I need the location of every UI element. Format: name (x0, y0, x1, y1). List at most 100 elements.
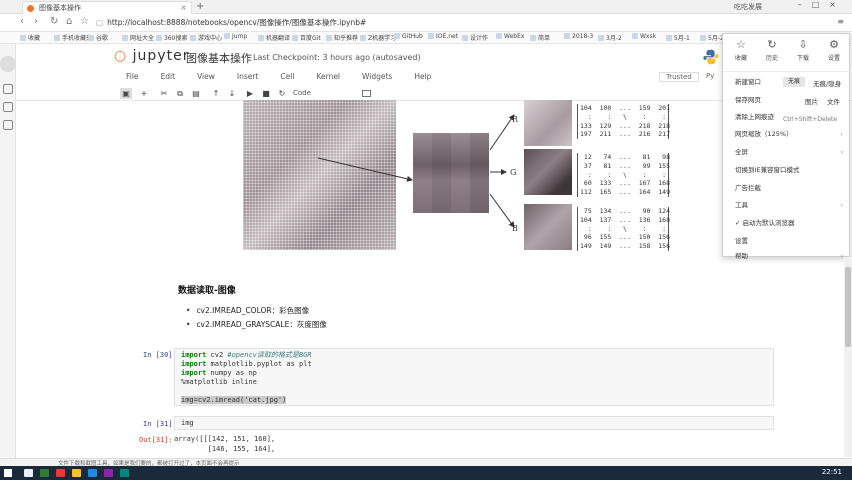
add-cell-icon[interactable]: + (138, 88, 150, 99)
bookmark-item[interactable]: 百度Git (292, 33, 321, 42)
matrix-row: : : \ : : (580, 224, 667, 233)
matrix-row: 104 137 ... 136 168 (580, 215, 671, 224)
taskbar-app-icon[interactable] (104, 469, 113, 477)
save-icon[interactable]: ▣ (120, 88, 132, 99)
url-field[interactable]: ▢ http://localhost:8888/notebooks/opencv/… (96, 17, 656, 29)
bookmark-item[interactable]: 网址大全 (122, 33, 154, 42)
jupyter-logo[interactable]: ○ jupyter (114, 48, 189, 64)
menu-item[interactable]: 设置 (723, 233, 851, 249)
page-scrollbar[interactable] (844, 257, 852, 457)
forward-icon[interactable]: › (34, 16, 38, 27)
restart-icon[interactable]: ↻ (276, 88, 288, 99)
notebook-name[interactable]: 图像基本操作 (186, 50, 252, 66)
menu-help[interactable]: Help (414, 72, 431, 81)
bookmark-item[interactable]: 机器翻译 (258, 33, 290, 42)
matrix-row: : : \ : : (580, 170, 667, 179)
matrix-row: 96 155 ... 150 156 (580, 233, 671, 242)
move-down-icon[interactable]: ↓ (226, 88, 238, 99)
copy-icon[interactable]: ⧉ (174, 88, 186, 99)
bookmark-item[interactable]: WebEx (496, 33, 524, 40)
bookmark-item[interactable]: 游戏中心 (190, 33, 222, 42)
move-up-icon[interactable]: ↑ (210, 88, 222, 99)
cut-icon[interactable]: ✂ (158, 88, 170, 99)
menu-item[interactable]: ✓ 启动为默认浏览器 (723, 215, 851, 231)
code-cell[interactable]: img (174, 416, 774, 430)
menu-item[interactable]: 清除上网痕迹 Ctrl+Shift+Delete (723, 109, 851, 125)
menu-edit[interactable]: Edit (161, 72, 176, 81)
bookmark-item[interactable]: 简单 (530, 33, 550, 42)
bookmark-item[interactable]: Z机器学习 (360, 33, 396, 42)
cell-type-select[interactable]: Code (290, 88, 360, 99)
new-tab-icon[interactable]: + (196, 1, 204, 12)
incognito-tag[interactable]: 无痕 (783, 77, 805, 87)
menu-insert[interactable]: Insert (237, 72, 259, 81)
menu-cell[interactable]: Cell (280, 72, 294, 81)
menu-item[interactable]: 工具 › (723, 197, 851, 213)
taskbar-app-icon[interactable] (88, 469, 97, 477)
menu-extra-extra_3[interactable]: 文件 (827, 96, 840, 106)
menu-item[interactable]: 切换到IE兼容窗口模式 (723, 162, 851, 178)
taskbar-app-icon[interactable] (72, 469, 81, 477)
back-icon[interactable]: ‹ (20, 16, 24, 27)
menu-top-3-button[interactable]: ⚙ 设置 (820, 38, 848, 62)
bookmark-item[interactable]: 知乎推荐 (326, 33, 358, 42)
bookmark-item[interactable]: 谷歌 (88, 33, 108, 42)
menu-widgets[interactable]: Widgets (362, 72, 392, 81)
menu-top-icons: ☆ 收藏 ↻ 历史 ⇩ 下载 ⚙ 设置 (723, 34, 851, 72)
url-text: http://localhost:8888/notebooks/opencv/图… (107, 18, 367, 27)
bookmark-item[interactable]: 手机收藏夹 (54, 33, 92, 42)
bookmark-item[interactable]: 360搜索 (156, 33, 187, 42)
menu-extra-extra_1[interactable]: 无痕/隐身 (813, 78, 841, 88)
taskbar-app-icon[interactable] (120, 469, 129, 477)
menu-item[interactable]: 网页缩放（125%） › (723, 126, 851, 142)
bookmark-item[interactable]: IOE.net (428, 33, 458, 40)
browser-menu-icon[interactable]: ≡ (837, 17, 844, 26)
menu-item[interactable]: 全屏 › (723, 144, 851, 160)
sidebar-app-icon[interactable] (3, 120, 13, 130)
keyboard-icon[interactable] (362, 90, 371, 97)
code-cell[interactable]: import cv2 #opencv读取的格式是BGR import matplo… (174, 348, 774, 406)
tab-close-icon[interactable]: × (180, 2, 187, 14)
menu-view[interactable]: View (197, 72, 215, 81)
browser-tab[interactable]: 图像基本操作 × (22, 1, 192, 14)
menu-top-0-button[interactable]: ☆ 收藏 (727, 38, 755, 62)
bookmark-item[interactable]: 3月-2 (598, 33, 622, 42)
menu-top-1-button[interactable]: ↻ 历史 (758, 38, 786, 62)
menu-item[interactable]: 帮助 › (723, 248, 851, 264)
menu-kernel[interactable]: Kernel (316, 72, 340, 81)
bookmark-item[interactable]: 5月-1 (666, 33, 690, 42)
browser-logo-icon[interactable] (0, 56, 16, 72)
bookmark-item[interactable]: Jump (224, 33, 247, 40)
menu-file[interactable]: File (126, 72, 139, 81)
run-icon[interactable]: ▶ (244, 88, 256, 99)
paste-icon[interactable]: ▤ (190, 88, 202, 99)
windows-start-icon[interactable] (4, 469, 12, 477)
refresh-icon[interactable]: ↻ (50, 16, 58, 27)
window-controls[interactable]: –□× (798, 0, 846, 9)
home-icon[interactable]: ⌂ (66, 16, 72, 27)
stop-icon[interactable]: ■ (260, 88, 272, 99)
sidebar-app-icon[interactable] (3, 84, 13, 94)
taskbar-app-icon[interactable] (40, 469, 49, 477)
menu-item[interactable]: 广告拦截 (723, 180, 851, 196)
sidebar-app-icon[interactable] (3, 102, 13, 112)
taskbar-app-icon[interactable] (56, 469, 65, 477)
star-icon[interactable]: ☆ (80, 16, 89, 27)
bookmark-item[interactable]: 收藏 (20, 33, 40, 42)
menu-top-2-button[interactable]: ⇩ 下载 (789, 38, 817, 62)
trusted-badge[interactable]: Trusted (659, 72, 699, 82)
menu-extra-extra_2[interactable]: 图片 (805, 96, 818, 106)
bookmark-item[interactable]: 2018-3 (564, 33, 593, 40)
matrix-g: 12 74 ... 81 98 37 81 ... 99 155 : : \ :… (577, 153, 670, 197)
input-prompt: In [31]: (143, 420, 177, 428)
bookmark-item[interactable]: 设计作 (462, 33, 488, 42)
bookmark-item[interactable]: Wxsk (632, 33, 656, 40)
arrow-r (489, 114, 515, 151)
bookmark-item[interactable]: 5月-2 (700, 33, 724, 42)
search-icon[interactable] (24, 469, 33, 477)
scrollbar-thumb[interactable] (845, 267, 851, 347)
list-item: cv2.IMREAD_COLOR：彩色图像 (186, 305, 327, 316)
browser-sidebar (0, 44, 16, 458)
diagram-arrows (317, 114, 515, 228)
bookmark-item[interactable]: GitHub (394, 33, 423, 40)
